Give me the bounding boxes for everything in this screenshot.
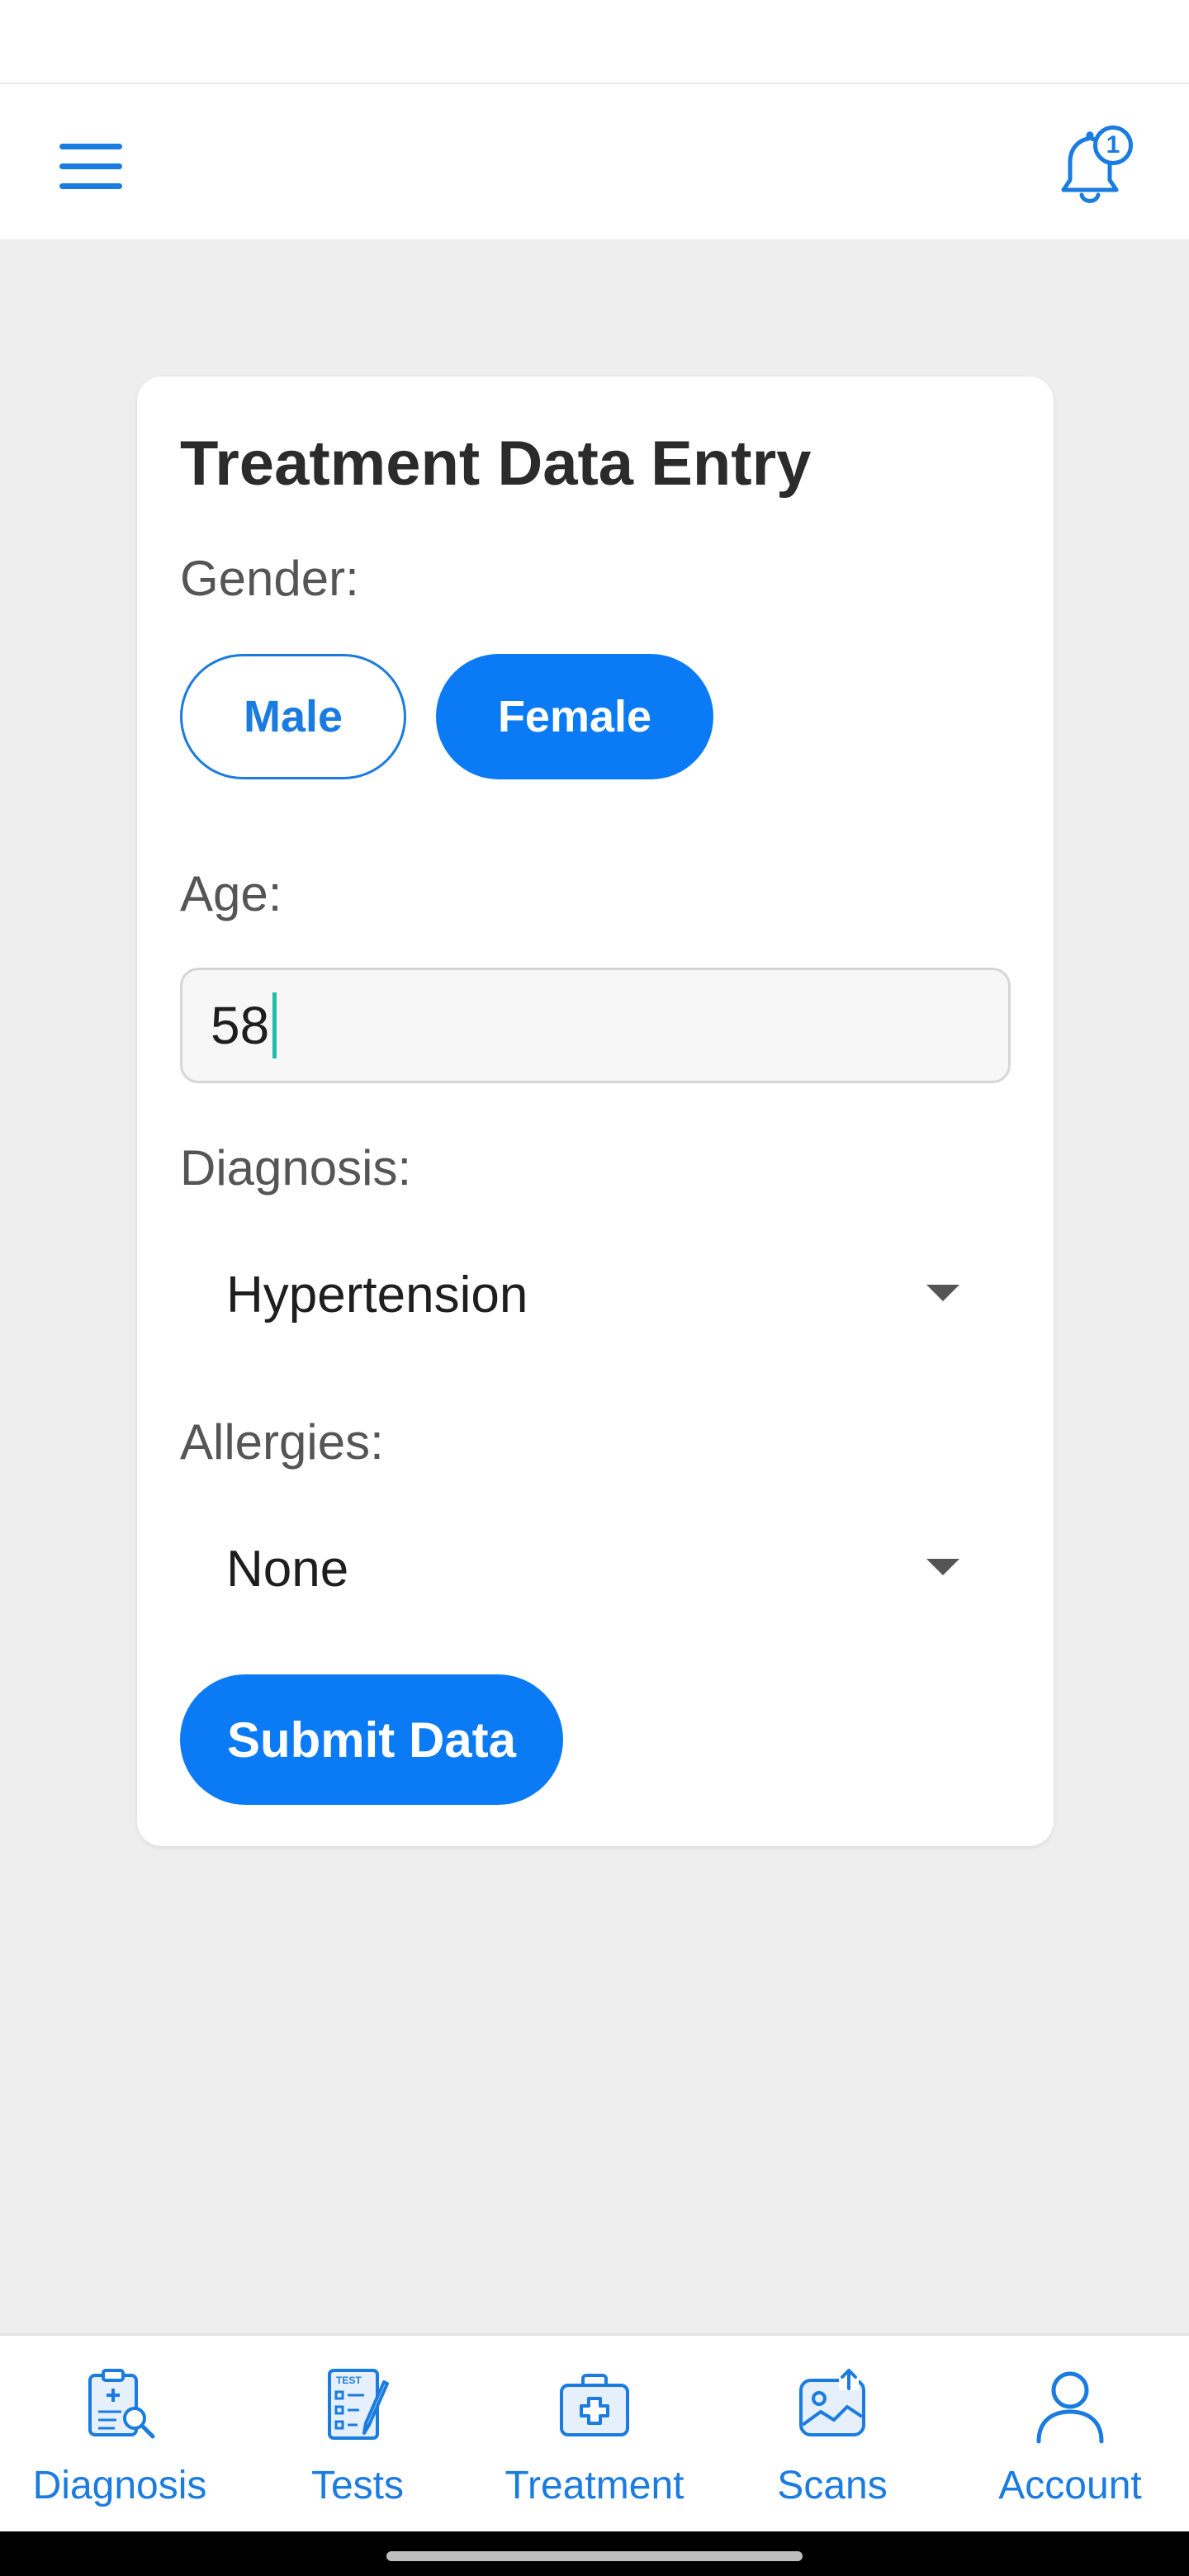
nav-item-diagnosis[interactable]: Diagnosis: [25, 2336, 215, 2534]
clipboard-search-icon: [88, 2369, 155, 2439]
nav-item-account[interactable]: Account: [973, 2336, 1168, 2534]
user-icon: [1036, 2371, 1104, 2444]
nav-label-diagnosis: Diagnosis: [32, 2464, 207, 2507]
nav-label-treatment: Treatment: [504, 2464, 685, 2507]
diagnosis-selected-value: Hypertension: [226, 1266, 528, 1324]
top-app-bar: 1: [0, 83, 1189, 239]
form-title: Treatment Data Entry: [180, 429, 812, 499]
diagnosis-select[interactable]: Hypertension: [180, 1237, 1011, 1352]
bottom-navigation: Diagnosis TEST Tests Treatment Scans Acc…: [0, 2333, 1189, 2531]
nav-item-tests[interactable]: TEST Tests: [263, 2336, 452, 2534]
notifications-button[interactable]: 1: [1049, 125, 1139, 208]
menu-button[interactable]: [50, 134, 132, 200]
gender-female-button[interactable]: Female: [436, 654, 713, 779]
age-input[interactable]: 58: [180, 968, 1011, 1083]
submit-data-button[interactable]: Submit Data: [180, 1674, 563, 1805]
notification-badge: 1: [1093, 125, 1133, 165]
medical-kit-icon: [560, 2374, 629, 2436]
status-bar: [0, 0, 1189, 83]
text-cursor: [272, 992, 277, 1058]
test-sheet-icon: TEST: [328, 2369, 389, 2440]
gender-male-button[interactable]: Male: [180, 654, 406, 779]
dropdown-arrow-icon: [926, 1559, 959, 1575]
svg-text:TEST: TEST: [336, 2375, 362, 2386]
age-label: Age:: [180, 866, 282, 921]
home-gesture-pill[interactable]: [386, 2551, 803, 2561]
allergies-label: Allergies:: [180, 1414, 384, 1470]
hamburger-menu-icon: [59, 144, 122, 189]
allergies-select[interactable]: None: [180, 1511, 1011, 1627]
system-navigation-bar: [0, 2531, 1189, 2576]
diagnosis-label: Diagnosis:: [180, 1140, 412, 1196]
scan-image-icon: [799, 2369, 865, 2436]
gender-label: Gender:: [180, 551, 359, 606]
treatment-form-card: Treatment Data Entry Gender: Male Female…: [137, 376, 1054, 1846]
age-value: 58: [211, 996, 270, 1055]
nav-label-scans: Scans: [777, 2464, 888, 2507]
nav-label-account: Account: [998, 2464, 1142, 2507]
app-screen: 1 Treatment Data Entry Gender: Male Fema…: [0, 0, 1189, 2576]
dropdown-arrow-icon: [926, 1285, 959, 1301]
nav-label-tests: Tests: [310, 2464, 405, 2507]
allergies-selected-value: None: [226, 1540, 349, 1598]
nav-item-scans[interactable]: Scans: [741, 2336, 923, 2534]
nav-item-treatment[interactable]: Treatment: [487, 2336, 702, 2534]
